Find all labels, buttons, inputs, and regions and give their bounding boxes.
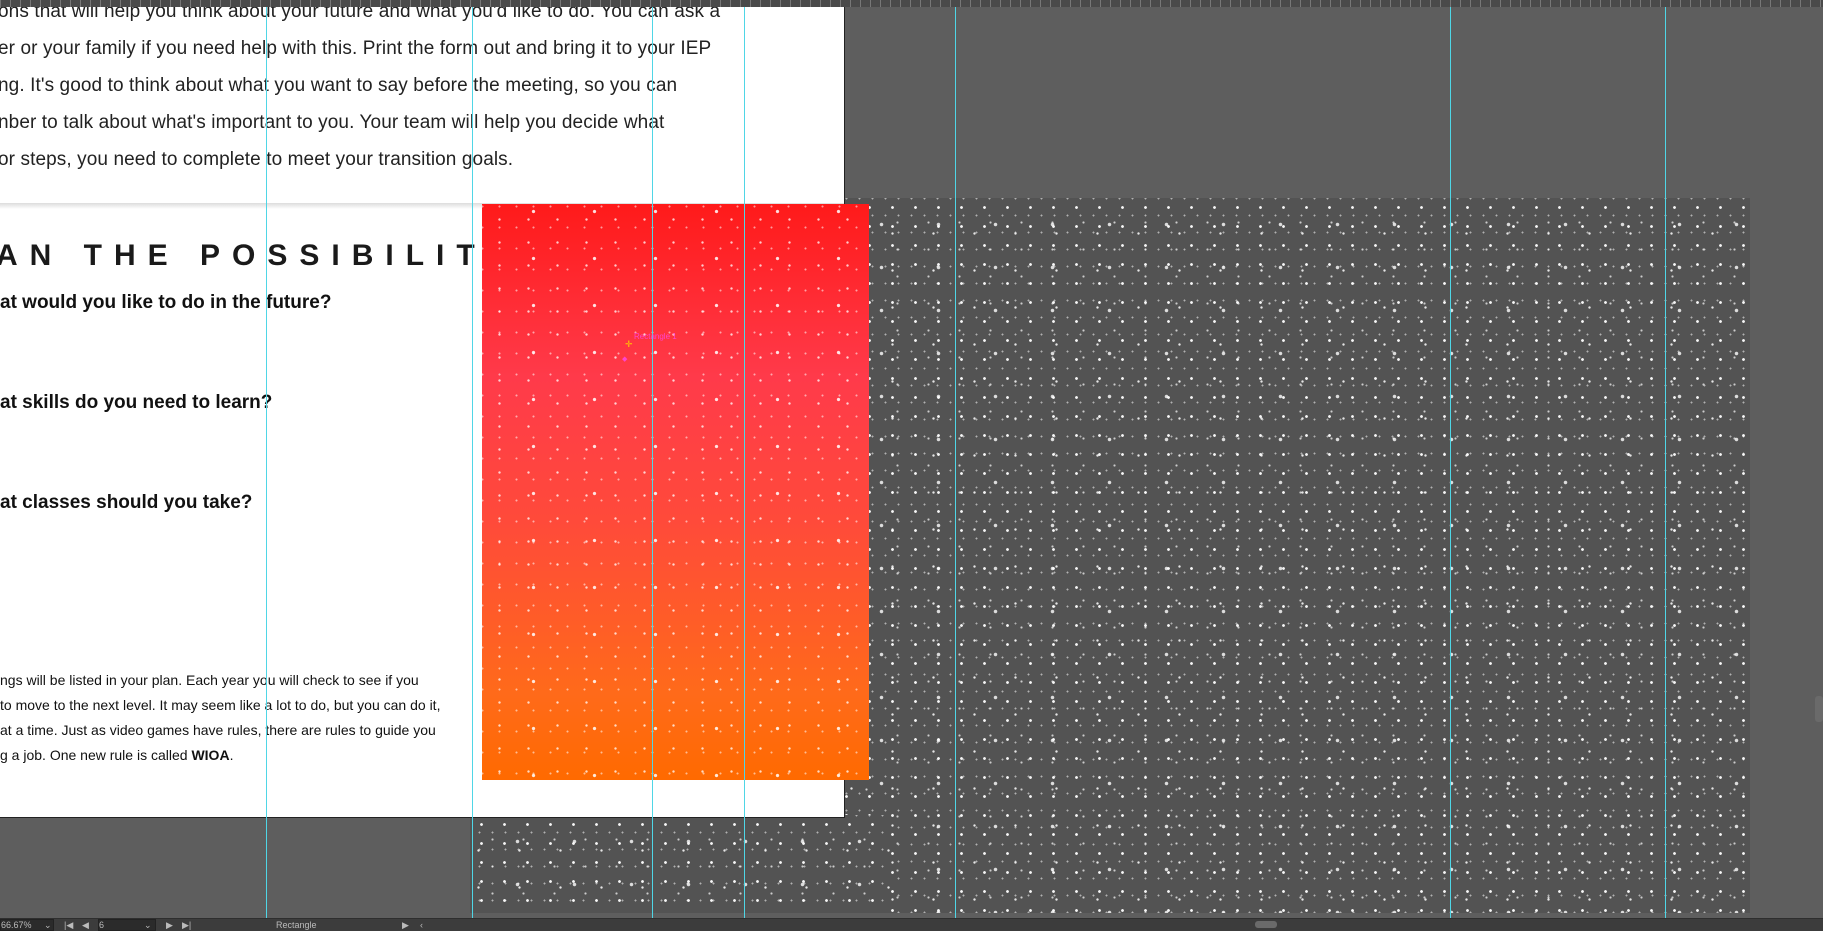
vertical-guide[interactable] (472, 7, 473, 919)
intro-line: ons that will help you think about your … (0, 7, 721, 22)
gradient-rectangle[interactable] (482, 204, 869, 780)
tool-label: Rectangle (276, 920, 317, 930)
body-line: g a job. One new rule is called WIOA. (0, 747, 233, 763)
question-2: at skills do you need to learn? (0, 392, 273, 413)
intro-line: nber to talk about what's important to y… (0, 112, 665, 133)
wioa-bold: WIOA (191, 747, 230, 763)
horizontal-scrollbar-thumb[interactable] (1255, 921, 1277, 928)
vertical-guide[interactable] (652, 7, 653, 919)
body-line: ngs will be listed in your plan. Each ye… (0, 672, 419, 688)
vertical-guide[interactable] (744, 7, 745, 919)
intro-text-frame[interactable]: ons that will help you think about your … (0, 7, 760, 203)
back-icon[interactable]: ‹ (420, 920, 423, 930)
vertical-guide[interactable] (1665, 7, 1666, 919)
intro-line: or steps, you need to complete to meet y… (0, 149, 514, 170)
intro-line: er or your family if you need help with … (0, 38, 712, 59)
body-line-text: g a job. One new rule is called (0, 747, 192, 763)
last-page-icon[interactable]: ▶| (182, 920, 191, 931)
section-heading: AN THE POSSIBILITY (0, 239, 519, 272)
starfield-bottom-image[interactable] (470, 815, 890, 913)
status-bar: 66.67% ⌄ |◀ ◀ 6 ⌄ ▶ ▶| Rectangle ▶ ‹ (0, 918, 1823, 931)
cursor-tooltip-label: Rectangle 1 (634, 332, 677, 341)
prev-page-icon[interactable]: ◀ (82, 920, 89, 931)
question-1: at would you like to do in the future? (0, 292, 332, 313)
body-line: at a time. Just as video games have rule… (0, 722, 436, 738)
chevron-down-icon[interactable]: ⌄ (44, 920, 52, 931)
play-icon[interactable]: ▶ (402, 920, 409, 931)
vertical-guide[interactable] (1450, 7, 1451, 919)
chevron-down-icon[interactable]: ⌄ (144, 920, 152, 931)
starfield-background-image[interactable] (720, 198, 1750, 913)
first-page-icon[interactable]: |◀ (64, 920, 73, 931)
next-page-icon[interactable]: ▶ (166, 920, 173, 931)
vertical-guide[interactable] (955, 7, 956, 919)
cursor-icon: ✛ (625, 339, 633, 349)
body-line: to move to the next level. It may seem l… (0, 697, 441, 713)
vertical-guide[interactable] (266, 7, 267, 919)
anchor-marker-icon: ◆ (622, 356, 628, 363)
intro-line: ng. It's good to think about what you wa… (0, 75, 678, 96)
vertical-scrollbar-thumb[interactable] (1815, 696, 1823, 722)
top-ruler[interactable] (0, 0, 1823, 7)
question-3: at classes should you take? (0, 492, 253, 513)
body-line-end: . (229, 747, 234, 763)
